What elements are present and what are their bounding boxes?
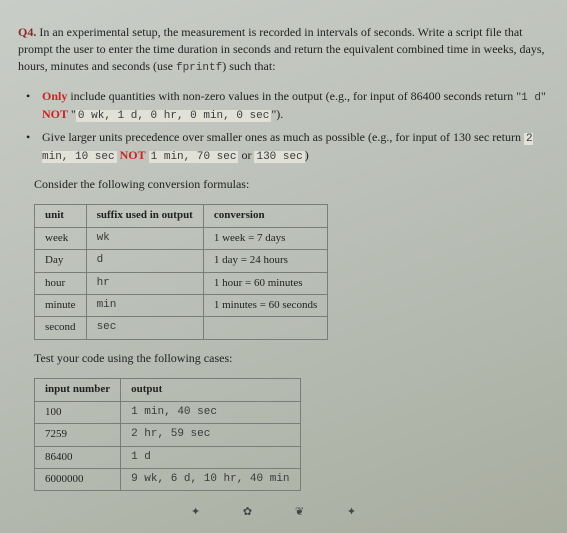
t1-r1c3: 1 week = 7 days <box>203 227 327 249</box>
table-row: week wk 1 week = 7 days <box>35 227 328 249</box>
b2-code-b: 1 min, 70 sec <box>149 151 239 163</box>
table-row: 86400 1 d <box>35 446 301 468</box>
t1-r3c2: hr <box>86 272 203 294</box>
b1-code-b: 0 wk, 1 d, 0 hr, 0 min, 0 sec <box>76 110 271 122</box>
b2-text2: ) <box>305 148 309 162</box>
table-row: hour hr 1 hour = 60 minutes <box>35 272 328 294</box>
t1-r2c1: Day <box>35 250 87 272</box>
code-fprintf: fprintf <box>176 62 222 74</box>
t2-r3c1: 86400 <box>35 446 121 468</box>
b1-text2: "). <box>271 107 283 121</box>
t1-h3: conversion <box>203 205 327 227</box>
t1-r5c2: sec <box>86 317 203 339</box>
t1-r5c3-empty <box>203 317 327 339</box>
b1-not: NOT <box>42 107 68 121</box>
table-row: 6000000 9 wk, 6 d, 10 hr, 40 min <box>35 469 301 491</box>
only-word: Only <box>42 89 67 103</box>
t1-h2: suffix used in output <box>86 205 203 227</box>
table-row: second sec <box>35 317 328 339</box>
test-cases-table: input number output 100 1 min, 40 sec 72… <box>34 378 301 491</box>
t1-r2c3: 1 day = 24 hours <box>203 250 327 272</box>
t1-r1c1: week <box>35 227 87 249</box>
t1-r1c2: wk <box>86 227 203 249</box>
table-row: input number output <box>35 379 301 401</box>
question-number: Q4. <box>18 25 36 39</box>
t2-r3c2: 1 d <box>121 446 300 468</box>
t2-r2c2: 2 hr, 59 sec <box>121 424 300 446</box>
t1-r4c3: 1 minutes = 60 seconds <box>203 294 327 316</box>
consider-text: Consider the following conversion formul… <box>34 176 549 193</box>
question-body-2: ) such that: <box>222 59 275 73</box>
table-row: Day d 1 day = 24 hours <box>35 250 328 272</box>
t2-r4c1: 6000000 <box>35 469 121 491</box>
t2-h2: output <box>121 379 300 401</box>
t2-r2c1: 7259 <box>35 424 121 446</box>
b2-not: NOT <box>120 148 146 162</box>
b2-or: or <box>238 148 254 162</box>
t1-r5c1: second <box>35 317 87 339</box>
question-text: Q4. In an experimental setup, the measur… <box>18 24 549 76</box>
b2-text1: Give larger units precedence over smalle… <box>42 130 524 144</box>
t1-r3c3: 1 hour = 60 minutes <box>203 272 327 294</box>
t1-r4c2: min <box>86 294 203 316</box>
b1-code-a: 1 d <box>521 92 541 104</box>
requirements-list: Only include quantities with non-zero va… <box>18 88 549 166</box>
b1-text1: include quantities with non-zero values … <box>67 89 521 103</box>
t2-r1c2: 1 min, 40 sec <box>121 401 300 423</box>
t1-h1: unit <box>35 205 87 227</box>
t1-r3c1: hour <box>35 272 87 294</box>
table-row: 100 1 min, 40 sec <box>35 401 301 423</box>
b1-space: " <box>68 107 76 121</box>
b1-quote: " <box>541 89 546 103</box>
t1-r2c2: d <box>86 250 203 272</box>
table-row: unit suffix used in output conversion <box>35 205 328 227</box>
b2-code-c: 130 sec <box>254 151 304 163</box>
conversion-table: unit suffix used in output conversion we… <box>34 204 328 339</box>
test-head: Test your code using the following cases… <box>34 350 549 367</box>
t2-r1c1: 100 <box>35 401 121 423</box>
footer-decorative-icons: ✦ ✿ ❦ ✦ <box>18 505 549 520</box>
table-row: minute min 1 minutes = 60 seconds <box>35 294 328 316</box>
table-row: 7259 2 hr, 59 sec <box>35 424 301 446</box>
t2-h1: input number <box>35 379 121 401</box>
t1-r4c1: minute <box>35 294 87 316</box>
list-item: Give larger units precedence over smalle… <box>30 129 549 166</box>
question-body-1: In an experimental setup, the measuremen… <box>18 25 545 73</box>
list-item: Only include quantities with non-zero va… <box>30 88 549 125</box>
t2-r4c2: 9 wk, 6 d, 10 hr, 40 min <box>121 469 300 491</box>
